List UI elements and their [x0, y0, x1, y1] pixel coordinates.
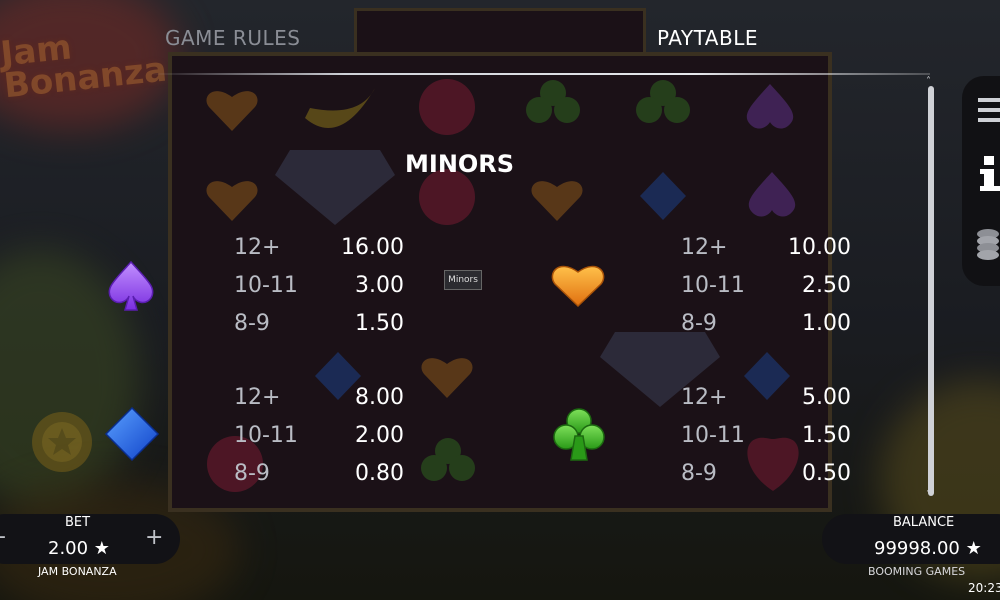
pay-value: 2.00 [355, 423, 404, 448]
pay-row: 10-11 2.50 [681, 271, 851, 301]
pay-row: 10-11 3.00 [234, 271, 404, 301]
bet-label: BET [65, 515, 91, 530]
pay-count: 8-9 [681, 311, 717, 336]
brand-logo: BOOMING GAMES [868, 565, 966, 578]
frame-header [354, 8, 646, 52]
ghost-bonus-icon [275, 150, 395, 225]
clock: 20:23 [968, 581, 1000, 595]
bet-decrease-button[interactable]: - [0, 524, 6, 549]
ghost-banana-icon [305, 88, 375, 128]
ghost-diamond-icon [640, 172, 686, 220]
bet-value: 2.00 ★ [48, 538, 110, 559]
pay-row: 8-9 0.50 [681, 459, 851, 489]
pay-row: 10-11 2.00 [234, 421, 404, 451]
pay-count: 10-11 [681, 423, 745, 448]
pay-value: 16.00 [341, 235, 404, 260]
section-title: MINORS [405, 150, 515, 178]
ghost-club-icon [636, 80, 690, 123]
pay-row: 12+ 16.00 [234, 233, 404, 263]
scrollbar-thumb[interactable] [928, 86, 934, 496]
pay-row: 12+ 10.00 [681, 233, 851, 263]
pay-count: 12+ [234, 385, 281, 410]
tab-paytable[interactable]: PAYTABLE [657, 26, 758, 50]
pay-value: 1.50 [802, 423, 851, 448]
pay-value: 1.00 [802, 311, 851, 336]
pay-row: 12+ 5.00 [681, 383, 851, 413]
ghost-raspberry-icon [419, 79, 475, 135]
pay-value: 1.50 [355, 311, 404, 336]
pay-count: 10-11 [234, 423, 298, 448]
pay-value: 8.00 [355, 385, 404, 410]
diamond-icon [104, 406, 160, 462]
balance-value: 99998.00 ★ [874, 538, 982, 559]
pay-value: 0.50 [802, 461, 851, 486]
pay-count: 8-9 [234, 311, 270, 336]
tab-underline [150, 73, 930, 75]
ghost-club-icon [421, 438, 475, 481]
pay-count: 10-11 [234, 273, 298, 298]
ghost-heart-icon [421, 358, 473, 398]
pay-count: 8-9 [681, 461, 717, 486]
pay-value: 2.50 [802, 273, 851, 298]
pay-value: 3.00 [355, 273, 404, 298]
ghost-heart-icon [531, 181, 583, 221]
info-icon[interactable] [976, 154, 1000, 194]
pay-row: 8-9 1.50 [234, 309, 404, 339]
pay-row: 8-9 1.00 [681, 309, 851, 339]
scroll-up-arrow[interactable]: ˄ [926, 76, 931, 87]
game-logo: Jam Bonanza [0, 27, 169, 107]
pay-value: 5.00 [802, 385, 851, 410]
pay-count: 12+ [681, 385, 728, 410]
bet-increase-button[interactable]: + [145, 525, 163, 550]
ghost-spade-icon [748, 172, 796, 217]
spade-icon [108, 260, 154, 311]
club-icon [553, 408, 605, 461]
ghost-heart-icon [206, 91, 258, 131]
tab-game-rules[interactable]: GAME RULES [165, 26, 300, 50]
pay-row: 10-11 1.50 [681, 421, 851, 451]
coin-icon [32, 412, 92, 472]
heart-icon [551, 265, 605, 308]
menu-icon[interactable] [976, 96, 1000, 124]
pay-count: 12+ [681, 235, 728, 260]
balance-label: BALANCE [893, 515, 955, 530]
pay-count: 12+ [234, 235, 281, 260]
ghost-club-icon [526, 80, 580, 123]
scroll-down-arrow[interactable]: ˅ [926, 490, 931, 501]
ghost-spade-icon [746, 84, 794, 129]
pay-value: 0.80 [355, 461, 404, 486]
pay-value: 10.00 [788, 235, 851, 260]
pay-row: 12+ 8.00 [234, 383, 404, 413]
pay-count: 10-11 [681, 273, 745, 298]
pay-row: 8-9 0.80 [234, 459, 404, 489]
tooltip: Minors [444, 270, 482, 290]
pay-count: 8-9 [234, 461, 270, 486]
coins-icon[interactable] [976, 226, 1000, 264]
game-name: JAM BONANZA [38, 565, 117, 578]
ghost-heart-icon [206, 181, 258, 221]
